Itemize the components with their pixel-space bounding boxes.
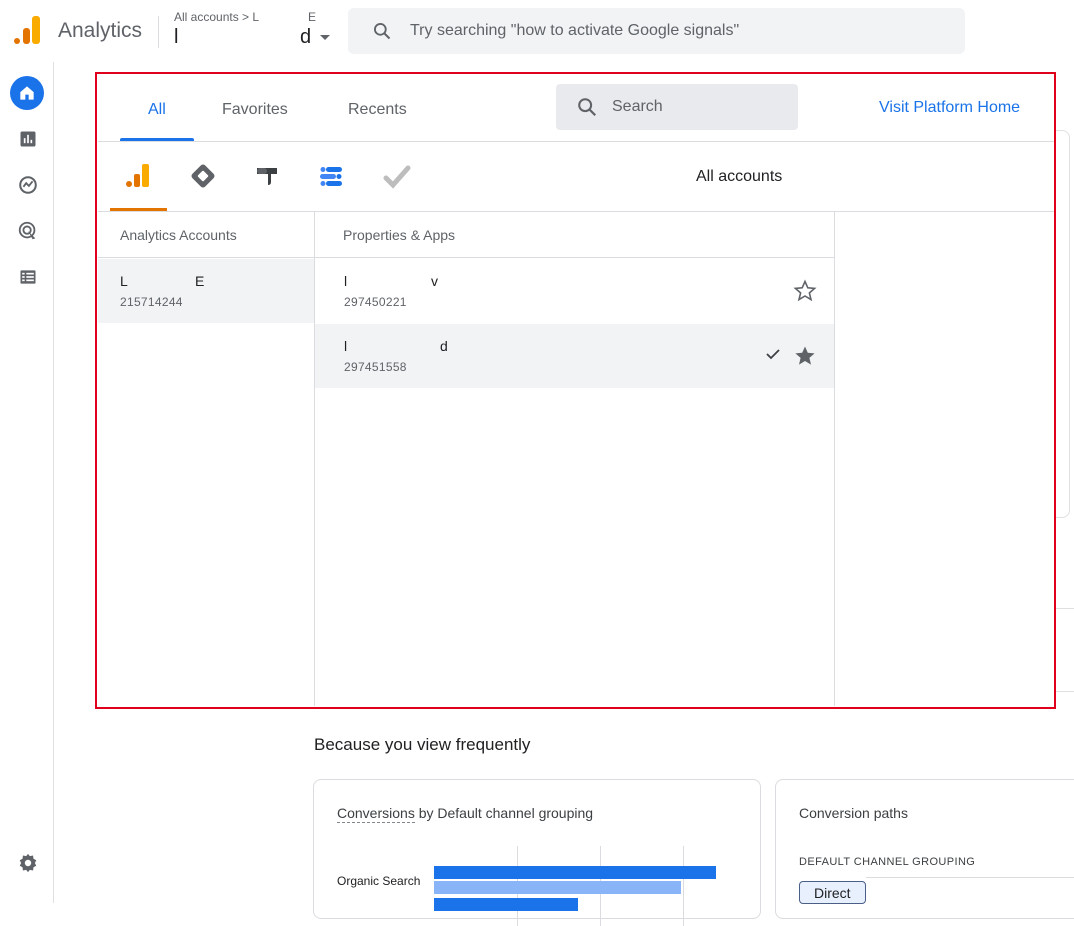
picker-search-input[interactable]: Search: [556, 84, 798, 130]
picker-tabs: All Favorites Recents Search Visit Platf…: [98, 75, 1054, 142]
scope-label: All accounts: [696, 168, 783, 185]
breadcrumb[interactable]: All accounts > L E: [174, 10, 316, 24]
conversion-paths-card[interactable]: Conversion paths DEFAULT CHANNEL GROUPIN…: [775, 779, 1074, 919]
visit-platform-home-link[interactable]: Visit Platform Home: [879, 99, 1020, 117]
account-picker-panel: All Favorites Recents Search Visit Platf…: [98, 75, 1054, 706]
analytics-logo-icon[interactable]: [14, 16, 40, 44]
explore-icon[interactable]: [14, 171, 42, 199]
account-id: 215714244: [120, 295, 183, 309]
advertising-icon[interactable]: [14, 217, 42, 245]
card-title-rest: by Default channel grouping: [414, 805, 594, 821]
left-nav: [0, 62, 54, 903]
data-studio-icon[interactable]: [317, 162, 347, 192]
accounts-header: Analytics Accounts: [98, 212, 314, 258]
background-card-edge-2: [1056, 608, 1074, 692]
conversions-card[interactable]: Conversions by Default channel grouping …: [313, 779, 761, 926]
property-row-selected[interactable]: l d 297451558: [315, 324, 834, 388]
configure-list-icon[interactable]: [14, 263, 42, 291]
analytics-icon[interactable]: [125, 162, 155, 192]
accounts-column: Analytics Accounts L E 215714244: [98, 212, 315, 706]
account-name-start: L: [120, 273, 129, 289]
gear-icon[interactable]: [14, 849, 42, 877]
property-name-end: d: [440, 338, 449, 354]
card-title: Conversion paths: [799, 805, 908, 821]
property-name-start: l: [344, 273, 348, 289]
search-icon: [578, 98, 597, 117]
direct-chip[interactable]: Direct: [799, 881, 866, 904]
bar-next: [434, 898, 578, 911]
top-bar: Analytics All accounts > L E l d Try sea…: [0, 0, 1074, 62]
home-icon[interactable]: [10, 76, 44, 110]
chevron-down-icon[interactable]: [320, 35, 330, 40]
breadcrumb-account-start: L: [252, 10, 260, 24]
bar-current: [434, 866, 716, 879]
background-card-edge: [1056, 130, 1070, 518]
active-product-indicator: [110, 208, 167, 211]
property-id: 297451558: [344, 360, 407, 374]
property-name-end: d: [300, 26, 312, 48]
property-name-start: l: [344, 338, 348, 354]
tab-all[interactable]: All: [148, 101, 166, 119]
tab-favorites[interactable]: Favorites: [222, 101, 288, 119]
header-divider: [158, 16, 159, 48]
breadcrumb-account-end: E: [308, 10, 317, 24]
property-name-end: v: [431, 273, 439, 289]
star-outline-icon[interactable]: [793, 279, 817, 303]
card-title: Conversions by Default channel grouping: [337, 805, 594, 823]
breadcrumb-prefix: All accounts >: [174, 10, 250, 24]
account-name-end: E: [195, 273, 205, 289]
global-search-placeholder: Try searching "how to activate Google si…: [410, 22, 740, 39]
properties-header: Properties & Apps: [315, 212, 834, 258]
card-subtitle: DEFAULT CHANNEL GROUPING: [799, 856, 976, 868]
bar-previous: [434, 881, 681, 894]
reports-icon[interactable]: [14, 125, 42, 153]
app-title: Analytics: [58, 19, 143, 42]
properties-column: Properties & Apps l v 297450221 l d 2974…: [315, 212, 835, 706]
section-title: Because you view frequently: [314, 735, 531, 754]
property-name-start: l: [174, 26, 179, 48]
account-row[interactable]: L E 215714244: [98, 259, 314, 323]
star-filled-icon[interactable]: [793, 344, 817, 368]
active-tab-indicator: [120, 138, 194, 141]
picker-search-placeholder: Search: [612, 98, 663, 115]
grid-line: [683, 846, 684, 926]
product-switcher: All accounts: [98, 142, 1054, 212]
tag-manager-icon[interactable]: [189, 162, 219, 192]
check-icon: [766, 349, 780, 360]
property-selector[interactable]: l d: [174, 26, 314, 49]
divider: [866, 877, 1074, 878]
tab-recents[interactable]: Recents: [348, 101, 407, 119]
property-row[interactable]: l v 297450221: [315, 259, 834, 323]
surveys-icon[interactable]: [382, 162, 412, 192]
conversions-link[interactable]: Conversions: [337, 805, 415, 823]
optimize-icon[interactable]: [253, 162, 283, 192]
global-search-input[interactable]: Try searching "how to activate Google si…: [348, 8, 965, 54]
property-id: 297450221: [344, 295, 407, 309]
bar-label: Organic Search: [337, 874, 421, 888]
search-icon: [374, 23, 391, 40]
